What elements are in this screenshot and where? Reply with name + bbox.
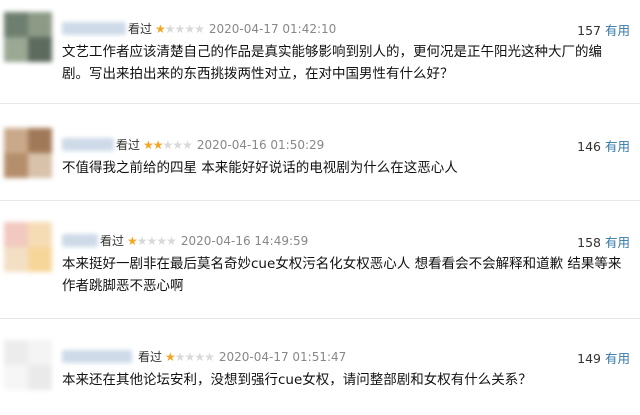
review-time: 2020-04-16 01:50:29 <box>196 137 325 152</box>
useful-button[interactable]: 有用 <box>605 351 630 366</box>
star-filled-icon: ★ <box>152 137 164 152</box>
username-blurred[interactable] <box>62 350 132 363</box>
star-empty-icon: ★ <box>174 349 186 364</box>
review-time: 2020-04-16 14:49:59 <box>180 233 309 248</box>
divider <box>0 103 640 104</box>
star-empty-icon: ★ <box>194 349 205 364</box>
review-text: 文艺工作者应该清楚自己的作品是真实能够影响到别人的，更何况是正午阳光这种大厂的编… <box>62 44 602 82</box>
vote-count: 146 <box>577 139 601 154</box>
vote-count: 149 <box>577 351 601 366</box>
rating-stars: ★★★★★ <box>165 349 215 364</box>
star-empty-icon: ★ <box>182 137 193 152</box>
vote-area: 149 有用 <box>577 348 630 367</box>
avatar[interactable] <box>4 128 52 178</box>
review-time: 2020-04-17 01:42:10 <box>208 21 337 36</box>
review-meta: 看过 ★★★★★ 2020-04-16 14:49:59 <box>100 232 308 249</box>
star-empty-icon: ★ <box>174 21 186 36</box>
review-text: 不值得我之前给的四星 本来能好好说话的电视剧为什么在这恶心人 <box>62 160 458 176</box>
divider <box>0 318 640 319</box>
vote-count: 158 <box>577 235 601 250</box>
review-time: 2020-04-17 01:51:47 <box>218 349 347 364</box>
avatar[interactable] <box>4 340 52 390</box>
star-empty-icon: ★ <box>204 349 215 364</box>
review-meta: 看过 ★★★★★ 2020-04-16 01:50:29 <box>116 136 324 153</box>
star-empty-icon: ★ <box>164 21 176 36</box>
vote-area: 158 有用 <box>577 232 630 251</box>
rating-stars: ★★★★★ <box>143 137 193 152</box>
star-filled-icon: ★ <box>143 137 154 152</box>
vote-area: 157 有用 <box>577 20 630 39</box>
avatar[interactable] <box>4 222 52 272</box>
star-empty-icon: ★ <box>146 233 158 248</box>
divider <box>0 200 640 201</box>
star-empty-icon: ★ <box>184 349 196 364</box>
avatar[interactable] <box>4 12 52 62</box>
watched-label: 看过 <box>116 138 141 152</box>
review-meta: 看过 ★★★★★ 2020-04-17 01:42:10 <box>128 20 336 37</box>
vote-count: 157 <box>577 23 601 38</box>
watched-label: 看过 <box>100 234 125 248</box>
star-empty-icon: ★ <box>166 233 177 248</box>
useful-button[interactable]: 有用 <box>605 23 630 38</box>
review-text: 本来还在其他论坛安利，没想到强行cue女权，请问整部剧和女权有什么关系？ <box>62 372 532 388</box>
star-empty-icon: ★ <box>194 21 205 36</box>
star-filled-icon: ★ <box>155 21 166 36</box>
star-empty-icon: ★ <box>162 137 174 152</box>
username-blurred[interactable] <box>62 138 114 151</box>
useful-button[interactable]: 有用 <box>605 235 630 250</box>
review-meta: 看过 ★★★★★ 2020-04-17 01:51:47 <box>138 348 346 365</box>
star-empty-icon: ★ <box>136 233 148 248</box>
rating-stars: ★★★★★ <box>155 21 205 36</box>
username-blurred[interactable] <box>62 234 98 247</box>
useful-button[interactable]: 有用 <box>605 139 630 154</box>
username-blurred[interactable] <box>62 22 126 35</box>
rating-stars: ★★★★★ <box>127 233 177 248</box>
star-filled-icon: ★ <box>127 233 138 248</box>
vote-area: 146 有用 <box>577 136 630 155</box>
watched-label: 看过 <box>138 350 163 364</box>
review-text: 本来挺好一剧非在最后莫名奇妙cue女权污名化女权恶心人 想看看会不会解释和道歉 … <box>62 256 622 294</box>
watched-label: 看过 <box>128 22 153 36</box>
star-empty-icon: ★ <box>184 21 195 36</box>
star-filled-icon: ★ <box>165 349 176 364</box>
star-empty-icon: ★ <box>156 233 167 248</box>
star-empty-icon: ★ <box>172 137 183 152</box>
